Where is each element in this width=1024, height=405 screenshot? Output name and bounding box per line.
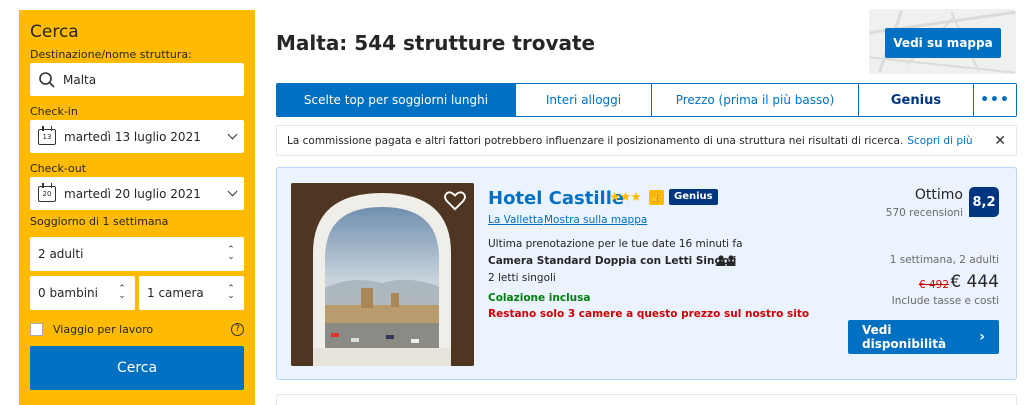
beds-text: 2 letti singoli [488,272,556,284]
up-down-icon: ⌃ ⌄ [227,284,235,301]
tab-entire-homes[interactable]: Interi alloggi [516,84,652,116]
calendar-icon: 20 [38,182,56,202]
checkout-label: Check-out [30,162,87,175]
notice-text: La commissione pagata e altri fattori po… [287,134,904,147]
breakfast-text: Colazione inclusa [488,292,591,304]
children-select[interactable]: 0 bambini ⌃ ⌄ [30,276,135,310]
stay-info: 1 settimana, 2 adulti [889,254,999,266]
chevron-down-icon [227,186,238,197]
review-score-word: Ottimo [914,187,963,203]
rooms-value: 1 camera [147,286,204,300]
review-score-badge[interactable]: 8,2 [969,187,999,217]
see-availability-button[interactable]: Vedi disponibilità › [848,320,999,354]
checkout-field[interactable]: 20 martedì 20 luglio 2021 [30,177,244,210]
help-icon[interactable]: ? [231,322,244,336]
current-price: € 444 [950,272,999,292]
work-trip-label: Viaggio per lavoro [53,322,154,336]
search-title: Cerca [30,22,79,42]
see-availability-label: Vedi disponibilità [862,323,947,351]
learn-more-link[interactable]: Scopri di più [907,135,972,147]
work-trip-row: Viaggio per lavoro ? [30,321,244,337]
tab-top-picks[interactable]: Scelte top per soggiorni lunghi [277,84,516,116]
destination-label: Destinazione/nome struttura: [30,48,192,61]
tab-price-lowest[interactable]: Prezzo (prima il più basso) [652,84,859,116]
people-icon [716,255,736,266]
adults-value: 2 adulti [38,247,84,261]
destination-value: Malta [63,72,97,87]
close-icon[interactable]: ✕ [994,133,1006,149]
adults-select[interactable]: 2 adulti ⌃ ⌄ [30,237,244,271]
checkout-value: martedì 20 luglio 2021 [64,186,201,201]
tab-genius[interactable]: Genius [859,84,974,116]
checkin-label: Check-in [30,105,78,118]
thumbs-up-icon: 👍 [649,190,664,205]
star-rating: ★★★ [609,190,642,205]
rooms-select[interactable]: 1 camera ⌃ ⌄ [139,276,244,310]
checkin-value: martedì 13 luglio 2021 [64,129,201,144]
review-count: 570 recensioni [885,207,963,219]
checkin-field[interactable]: 13 martedì 13 luglio 2021 [30,120,244,153]
ranking-notice: La commissione pagata e altri fattori po… [276,125,1017,156]
taxes-note: Include tasse e costi [891,295,999,307]
map-preview[interactable]: Vedi su mappa [869,9,1016,74]
genius-badge: Genius [669,189,718,205]
up-down-icon: ⌃ ⌄ [118,284,126,301]
page-title: Malta: 544 strutture trovate [276,31,596,55]
heart-icon[interactable] [444,191,466,211]
last-booked-text: Ultima prenotazione per le tue date 16 m… [488,238,743,250]
property-card: Hotel Castille ★★★ 👍 Genius La Valletta … [276,167,1017,380]
calendar-icon: 13 [38,125,56,145]
search-button[interactable]: Cerca [30,346,244,390]
chevron-right-icon: › [979,329,985,345]
children-value: 0 bambini [38,286,98,300]
more-sort-button[interactable]: ••• [974,84,1016,116]
scarcity-text: Restano solo 3 camere a questo prezzo su… [488,308,810,320]
next-property-card [276,394,1017,405]
stay-length: Soggiorno di 1 settimana [30,215,169,228]
destination-input[interactable]: Malta [30,63,244,96]
search-sidebar: Cerca Destinazione/nome struttura: Malta… [19,10,255,405]
sort-tabs: Scelte top per soggiorni lunghi Interi a… [276,83,1017,117]
city-link[interactable]: La Valletta [488,214,543,226]
up-down-icon: ⌃ ⌄ [227,245,235,262]
hotel-name-link[interactable]: Hotel Castille [488,188,624,209]
more-icon: ••• [980,92,1010,108]
work-trip-checkbox[interactable] [30,322,43,336]
chevron-down-icon [227,129,238,140]
search-icon [39,71,55,88]
show-on-map-link[interactable]: Mostra sulla mappa [544,214,647,226]
room-type: Camera Standard Doppia con Letti Singoli [488,255,737,267]
original-price: € 492 [918,279,949,291]
show-map-button[interactable]: Vedi su mappa [885,28,1001,58]
